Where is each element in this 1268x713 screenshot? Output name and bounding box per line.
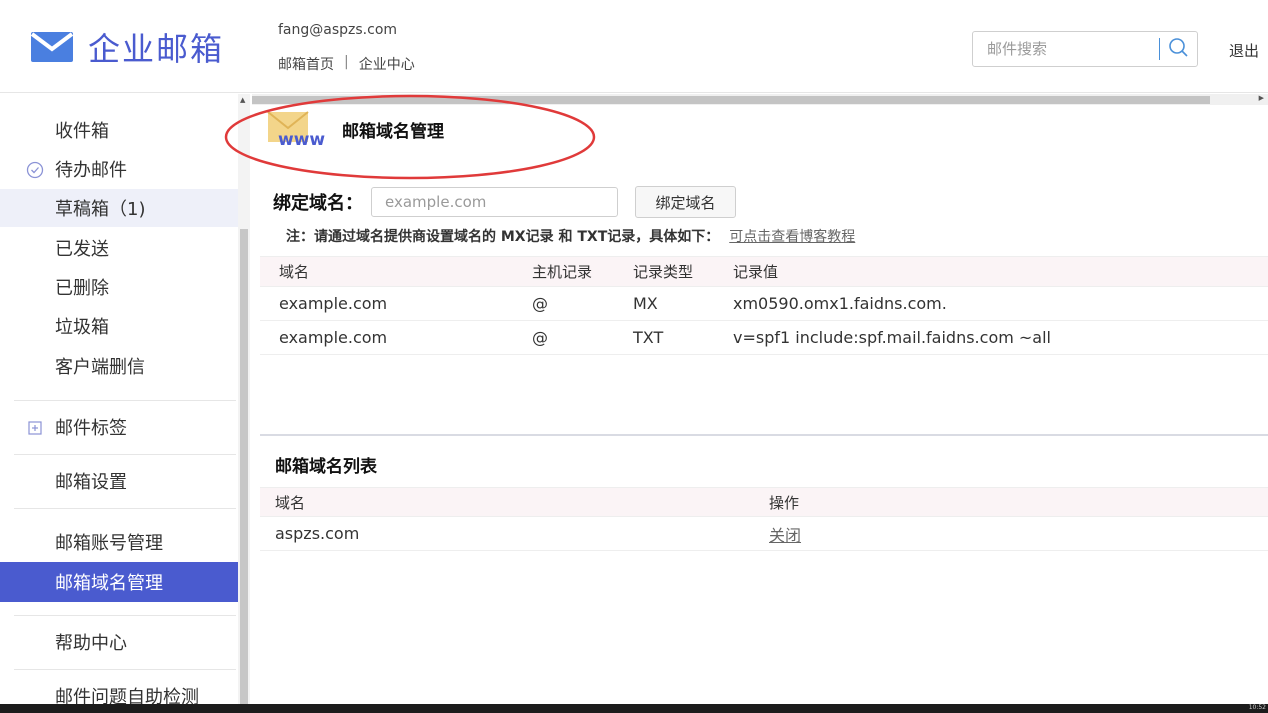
bind-domain-button[interactable]: 绑定域名 bbox=[635, 186, 736, 218]
col-domain: 域名 bbox=[279, 263, 310, 281]
table-header-row: 域名 主机记录 记录类型 记录值 bbox=[260, 256, 1268, 287]
cell-type: MX bbox=[633, 294, 658, 313]
col-action: 操作 bbox=[769, 493, 800, 512]
cell-value: xm0590.omx1.faidns.com. bbox=[733, 294, 947, 313]
check-circle-icon bbox=[26, 161, 44, 179]
domain-list-title: 邮箱域名列表 bbox=[275, 457, 377, 477]
table-row: aspzs.com 关闭 bbox=[260, 517, 1268, 551]
col-record-type: 记录类型 bbox=[633, 263, 694, 281]
search-input[interactable] bbox=[973, 32, 1159, 66]
sidebar-item-label: 已发送 bbox=[55, 239, 109, 260]
cell-value: v=spf1 include:spf.mail.faidns.com ~all bbox=[733, 328, 1051, 347]
cell-host: @ bbox=[532, 294, 548, 313]
cell-host: @ bbox=[532, 328, 548, 347]
cell-type: TXT bbox=[633, 328, 664, 347]
os-taskbar: 10:52 bbox=[0, 704, 1268, 713]
sidebar-item-todo[interactable]: 待办邮件 bbox=[0, 150, 238, 188]
cell-domain: aspzs.com bbox=[275, 524, 360, 543]
table-row: example.com @ MX xm0590.omx1.faidns.com. bbox=[260, 287, 1268, 321]
cell-domain: example.com bbox=[279, 294, 388, 313]
sidebar-divider bbox=[14, 400, 236, 401]
sidebar-item-mail-settings[interactable]: 邮箱设置 bbox=[0, 462, 238, 500]
sidebar-item-drafts[interactable]: 草稿箱（1) bbox=[0, 189, 238, 227]
table-row: example.com @ TXT v=spf1 include:spf.mai… bbox=[260, 321, 1268, 355]
logo[interactable]: 企业邮箱 bbox=[30, 24, 224, 70]
section-divider bbox=[260, 434, 1268, 436]
search-icon bbox=[1168, 37, 1189, 61]
sidebar-item-account-management[interactable]: 邮箱账号管理 bbox=[0, 523, 238, 561]
sidebar-item-label: 邮箱域名管理 bbox=[55, 573, 163, 594]
sidebar-divider bbox=[14, 454, 236, 455]
sidebar-item-label: 帮助中心 bbox=[55, 633, 127, 654]
logout-button[interactable]: 退出 bbox=[1229, 40, 1259, 61]
sidebar-item-label: 已删除 bbox=[55, 278, 109, 299]
sidebar-item-deleted[interactable]: 已删除 bbox=[0, 268, 238, 306]
col-record-value: 记录值 bbox=[733, 263, 779, 281]
sidebar-item-label: 邮箱账号管理 bbox=[55, 533, 163, 554]
dns-note-text: 注：请通过域名提供商设置域名的 MX记录 和 TXT记录，具体如下： bbox=[286, 229, 720, 245]
table-header-row: 域名 操作 bbox=[260, 487, 1268, 517]
sidebar-item-mail-tags[interactable]: 邮件标签 bbox=[0, 408, 238, 446]
logo-text: 企业邮箱 bbox=[88, 30, 225, 68]
search-button[interactable] bbox=[1160, 32, 1197, 66]
sidebar-divider bbox=[14, 508, 236, 509]
nav-mailbox-home[interactable]: 邮箱首页 bbox=[278, 54, 334, 74]
cell-domain: example.com bbox=[279, 328, 388, 347]
bind-domain-input[interactable] bbox=[371, 187, 618, 217]
sidebar-item-label: 邮箱设置 bbox=[55, 472, 127, 493]
sidebar-item-domain-management[interactable]: 邮箱域名管理 bbox=[0, 562, 238, 602]
dns-note: 注：请通过域名提供商设置域名的 MX记录 和 TXT记录，具体如下： 可点击查看博… bbox=[286, 226, 855, 246]
col-host-record: 主机记录 bbox=[532, 263, 593, 281]
taskbar-clock: 10:52 bbox=[1248, 704, 1266, 711]
scroll-right-arrow-icon[interactable]: ▶ bbox=[1259, 94, 1264, 102]
sidebar: 收件箱 待办邮件 草稿箱（1) 已发送 已删除 垃圾箱 客户端删信 邮件标签 邮… bbox=[0, 94, 238, 708]
sidebar-item-label: 邮件标签 bbox=[55, 418, 127, 439]
col-domain: 域名 bbox=[275, 493, 306, 512]
sidebar-item-label: 收件箱 bbox=[55, 121, 109, 142]
sidebar-item-label: 待办邮件 bbox=[55, 160, 127, 181]
sidebar-scroll-thumb[interactable] bbox=[240, 229, 248, 704]
red-annotation-ellipse bbox=[224, 94, 596, 180]
sidebar-item-client-deleted[interactable]: 客户端删信 bbox=[0, 347, 238, 385]
header: 企业邮箱 fang@aspzs.com 邮箱首页 | 企业中心 退出 bbox=[0, 0, 1268, 93]
sidebar-item-label: 草稿箱（1) bbox=[55, 199, 146, 220]
sidebar-scrollbar[interactable]: ▲ bbox=[238, 94, 250, 704]
nav-separator: | bbox=[344, 54, 349, 70]
search-box bbox=[972, 31, 1198, 67]
user-email: fang@aspzs.com bbox=[278, 22, 398, 38]
sidebar-item-label: 垃圾箱 bbox=[55, 317, 109, 338]
nav-enterprise-center[interactable]: 企业中心 bbox=[359, 54, 415, 74]
dns-records-table: 域名 主机记录 记录类型 记录值 example.com @ MX xm0590… bbox=[260, 256, 1268, 355]
blog-tutorial-link[interactable]: 可点击查看博客教程 bbox=[729, 229, 855, 245]
bind-domain-row: 绑定域名： 绑定域名 bbox=[273, 186, 736, 218]
sidebar-item-help-center[interactable]: 帮助中心 bbox=[0, 623, 238, 661]
sidebar-item-sent[interactable]: 已发送 bbox=[0, 229, 238, 267]
bind-domain-label: 绑定域名： bbox=[273, 193, 363, 214]
sidebar-item-spam[interactable]: 垃圾箱 bbox=[0, 307, 238, 345]
domain-list-table: 域名 操作 aspzs.com 关闭 bbox=[260, 487, 1268, 551]
sidebar-divider bbox=[14, 615, 236, 616]
mail-envelope-icon bbox=[30, 30, 74, 64]
sidebar-item-label: 客户端删信 bbox=[55, 357, 145, 378]
sidebar-item-inbox[interactable]: 收件箱 bbox=[0, 111, 238, 149]
close-domain-link[interactable]: 关闭 bbox=[769, 522, 801, 546]
sidebar-divider bbox=[14, 669, 236, 670]
plus-square-icon[interactable] bbox=[26, 419, 44, 437]
header-nav: 邮箱首页 | 企业中心 bbox=[278, 54, 415, 74]
